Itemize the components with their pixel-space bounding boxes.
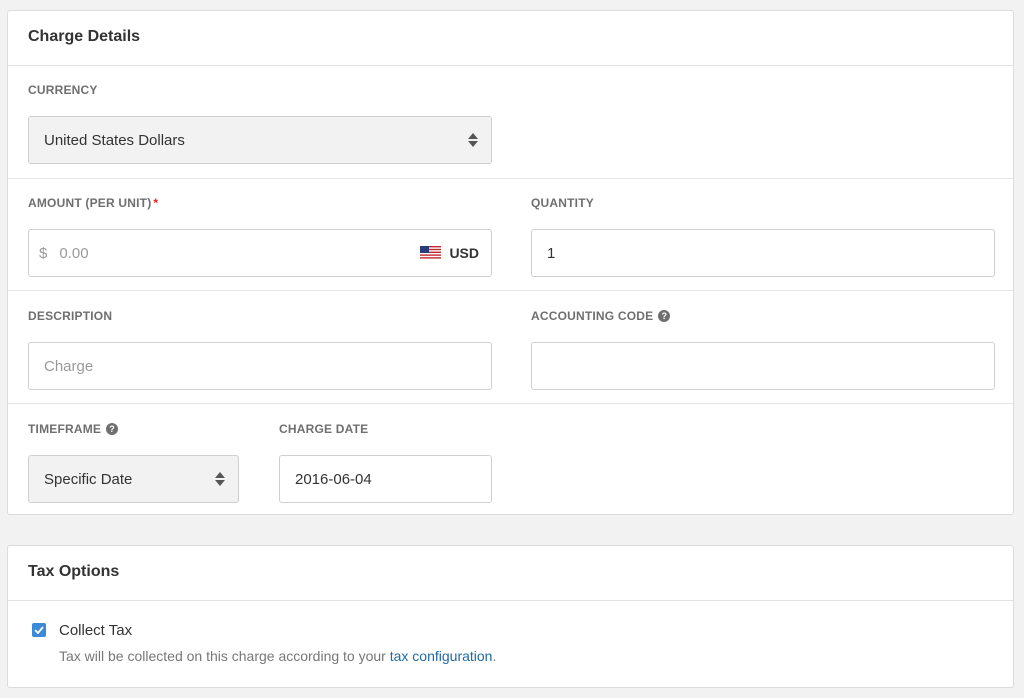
amount-field: AMOUNT (PER UNIT) * $ 0.00 USD <box>28 196 492 277</box>
select-arrows-icon <box>215 472 225 486</box>
quantity-value: 1 <box>547 244 556 262</box>
tax-note-text: Tax will be collected on this charge acc… <box>59 648 386 664</box>
currency-row: CURRENCY United States Dollars <box>8 66 1013 179</box>
charge-date-field: CHARGE DATE 2016-06-04 <box>279 422 492 503</box>
tax-configuration-link[interactable]: tax configuration <box>390 648 493 664</box>
timeframe-select[interactable]: Specific Date <box>28 455 239 503</box>
amount-input[interactable]: $ 0.00 USD <box>28 229 492 277</box>
timeframe-row: TIMEFRAME ? Specific Date CHARGE DATE 20… <box>8 404 1013 514</box>
quantity-field: QUANTITY 1 <box>531 196 995 277</box>
description-placeholder: Charge <box>44 357 94 375</box>
description-row: DESCRIPTION Charge ACCOUNTING CODE ? <box>8 291 1013 404</box>
description-label: DESCRIPTION <box>28 309 113 323</box>
checkmark-icon <box>34 626 44 634</box>
amount-row: AMOUNT (PER UNIT) * $ 0.00 USD QUANTITY … <box>8 179 1013 291</box>
accounting-code-label: ACCOUNTING CODE ? <box>531 309 995 323</box>
currency-select-value: United States Dollars <box>44 131 185 149</box>
description-field: DESCRIPTION Charge <box>28 309 492 390</box>
charge-details-panel: Charge Details CURRENCY United States Do… <box>7 10 1014 515</box>
required-marker: * <box>153 196 159 210</box>
currency-code-badge: USD <box>420 245 479 261</box>
accounting-code-input[interactable] <box>531 342 995 390</box>
tax-note-suffix: . <box>492 648 497 664</box>
charge-date-input[interactable]: 2016-06-04 <box>279 455 492 503</box>
currency-code: USD <box>449 245 479 261</box>
dollar-prefix: $ <box>39 244 48 262</box>
us-flag-icon <box>420 246 442 260</box>
tax-options-title: Tax Options <box>8 546 1013 601</box>
collect-tax-checkbox[interactable] <box>32 623 46 637</box>
select-arrows-icon <box>468 133 478 147</box>
tax-options-panel: Tax Options Collect Tax Tax will be coll… <box>7 545 1014 688</box>
accounting-code-field: ACCOUNTING CODE ? <box>531 309 995 390</box>
currency-label: CURRENCY <box>28 83 98 97</box>
quantity-label: QUANTITY <box>531 196 594 210</box>
amount-label: AMOUNT (PER UNIT) * <box>28 196 159 210</box>
timeframe-label: TIMEFRAME ? <box>28 422 239 436</box>
quantity-input[interactable]: 1 <box>531 229 995 277</box>
timeframe-value: Specific Date <box>44 470 133 488</box>
tax-options-body: Collect Tax Tax will be collected on thi… <box>8 601 1013 688</box>
currency-select[interactable]: United States Dollars <box>28 116 492 164</box>
question-circle-icon[interactable]: ? <box>658 310 671 322</box>
charge-date-value: 2016-06-04 <box>295 470 372 488</box>
currency-field: CURRENCY United States Dollars <box>28 83 492 164</box>
charge-details-title: Charge Details <box>8 11 1013 66</box>
description-input[interactable]: Charge <box>28 342 492 390</box>
question-circle-icon[interactable]: ? <box>106 423 119 435</box>
collect-tax-label[interactable]: Collect Tax <box>59 622 132 639</box>
tax-note: Tax will be collected on this charge acc… <box>59 648 496 664</box>
charge-date-label: CHARGE DATE <box>279 422 369 436</box>
amount-placeholder: 0.00 <box>59 244 89 262</box>
timeframe-field: TIMEFRAME ? Specific Date <box>28 422 239 503</box>
